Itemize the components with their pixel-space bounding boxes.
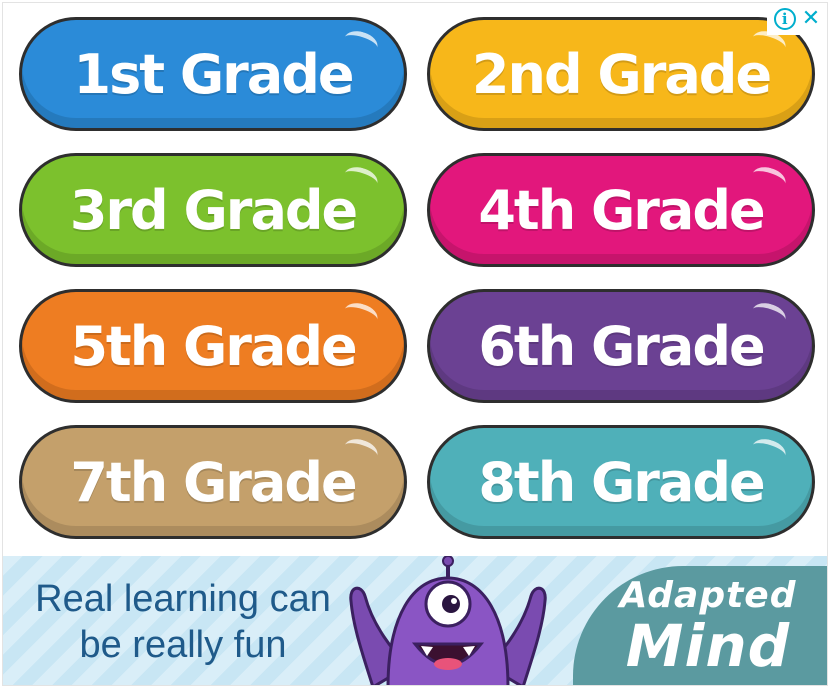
- grade-button-7th[interactable]: 7th Grade: [19, 425, 407, 539]
- grade-button-2nd[interactable]: 2nd Grade: [427, 17, 815, 131]
- grade-label: 2nd Grade: [471, 42, 772, 106]
- tagline-line-2: be really fun: [79, 624, 287, 666]
- grade-button-1st[interactable]: 1st Grade: [19, 17, 407, 131]
- grade-button-6th[interactable]: 6th Grade: [427, 289, 815, 403]
- grade-button-4th[interactable]: 4th Grade: [427, 153, 815, 267]
- purple-monster-icon: [349, 556, 547, 685]
- grade-label: 5th Grade: [70, 314, 357, 378]
- brand-line-2: Mind: [625, 612, 791, 680]
- grade-label: 4th Grade: [478, 178, 765, 242]
- grade-button-3rd[interactable]: 3rd Grade: [19, 153, 407, 267]
- close-icon[interactable]: ✕: [802, 8, 820, 30]
- grade-buttons: 1st Grade 2nd Grade 3rd Grade 4th Grade …: [19, 17, 819, 539]
- grade-button-5th[interactable]: 5th Grade: [19, 289, 407, 403]
- ad-container[interactable]: i ✕ 1st Grade 2nd Grade 3rd Grade 4th Gr…: [2, 2, 828, 686]
- brand-line-1: Adapted: [619, 575, 797, 616]
- grade-label: 3rd Grade: [69, 178, 358, 242]
- promo-banner[interactable]: Real learning can be really fun Adapted: [3, 556, 827, 685]
- ad-choices[interactable]: i ✕: [767, 3, 827, 35]
- tagline: Real learning can be really fun: [23, 576, 343, 668]
- grade-label: 7th Grade: [70, 450, 357, 514]
- grade-label: 8th Grade: [478, 450, 765, 514]
- grade-label: 6th Grade: [478, 314, 765, 378]
- info-icon[interactable]: i: [773, 8, 796, 30]
- tagline-line-1: Real learning can: [35, 578, 331, 620]
- grade-label: 1st Grade: [73, 42, 355, 106]
- grade-button-8th[interactable]: 8th Grade: [427, 425, 815, 539]
- brand-logo: Adapted Mind: [603, 575, 813, 680]
